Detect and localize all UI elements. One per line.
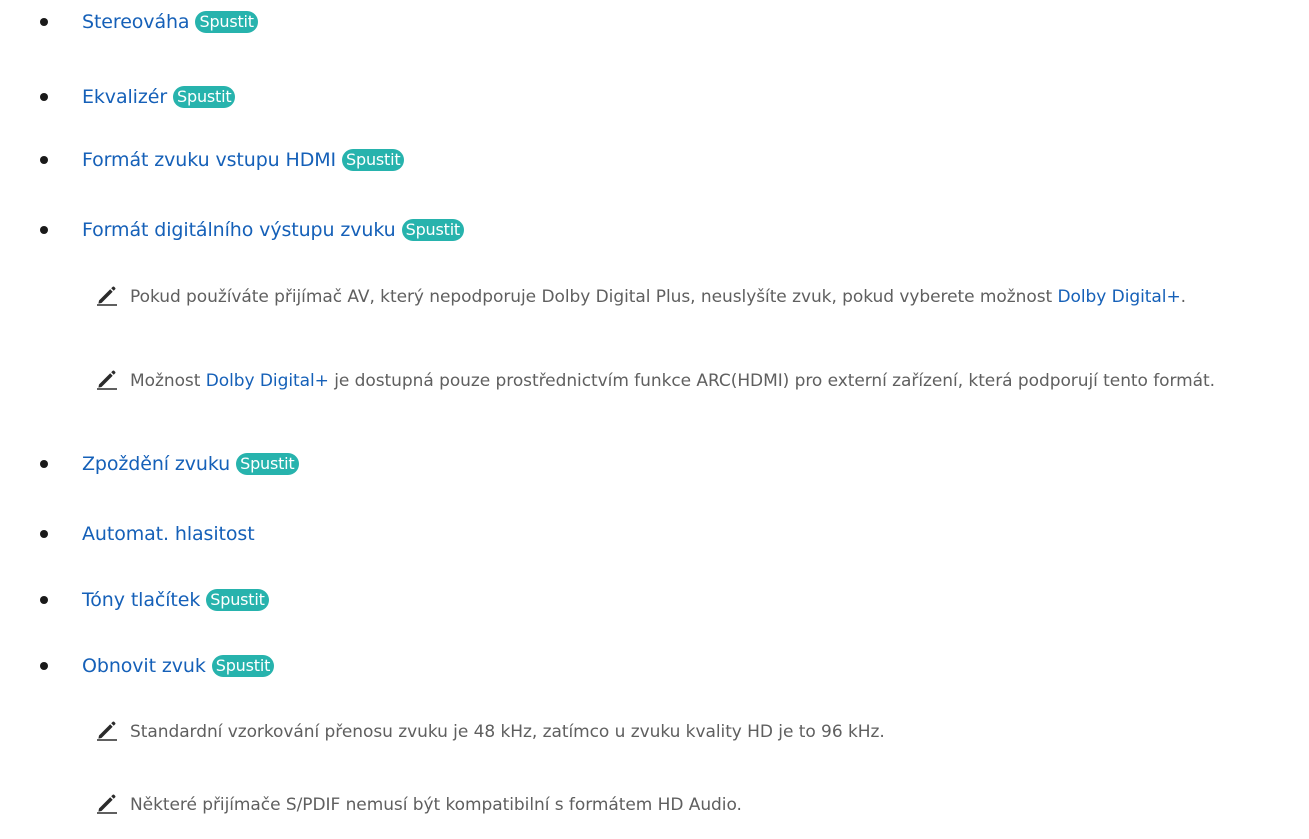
auto-volume-link[interactable]: Automat. hlasitost (82, 523, 255, 545)
button-tones-spustit-button[interactable]: Spustit (206, 589, 269, 611)
digital-output-format-link[interactable]: Formát digitálního výstupu zvuku (82, 219, 396, 241)
reset-sound-spustit-button[interactable]: Spustit (211, 655, 275, 677)
note-text: Některé přijímače S/PDIF nemusí být komp… (130, 795, 742, 815)
list-item-reset-sound: Obnovit zvuk Spustit (0, 646, 1309, 686)
pencil-icon (97, 794, 117, 814)
bullet-icon (40, 460, 48, 468)
ekvalizer-link[interactable]: Ekvalizér (82, 86, 167, 108)
note-text-end: je dostupná pouze prostřednictvím funkce… (328, 371, 1216, 391)
bullet-icon (40, 156, 48, 164)
stereovaha-link[interactable]: Stereováha (82, 11, 190, 33)
hdmi-audio-format-spustit-button[interactable]: Spustit (342, 149, 405, 171)
list-item-digital-output-format: Formát digitálního výstupu zvuku Spustit (0, 210, 1309, 250)
list-item-stereovaha: Stereováha Spustit (0, 2, 1309, 42)
list-item-hdmi-audio-format: Formát zvuku vstupu HDMI Spustit (0, 140, 1309, 180)
hdmi-audio-format-link[interactable]: Formát zvuku vstupu HDMI (82, 149, 336, 171)
digital-output-format-spustit-button[interactable]: Spustit (401, 219, 465, 241)
dolby-digital-plus-link[interactable]: Dolby Digital+ (1057, 287, 1180, 307)
note-dolby-arc: Možnost Dolby Digital+ je dostupná pouze… (0, 366, 1309, 430)
bullet-icon (40, 226, 48, 234)
ekvalizer-spustit-button[interactable]: Spustit (173, 86, 236, 108)
stereovaha-spustit-button[interactable]: Spustit (195, 11, 258, 33)
note-sampling-rate: Standardní vzorkování přenosu zvuku je 4… (0, 717, 1309, 749)
note-text-end: . (1180, 287, 1186, 307)
list-item-button-tones: Tóny tlačítek Spustit (0, 580, 1309, 620)
pencil-icon (97, 370, 117, 390)
bullet-icon (40, 93, 48, 101)
list-item-auto-volume: Automat. hlasitost (0, 514, 1309, 554)
bullet-icon (40, 530, 48, 538)
reset-sound-link[interactable]: Obnovit zvuk (82, 655, 206, 677)
button-tones-link[interactable]: Tóny tlačítek (82, 589, 200, 611)
bullet-icon (40, 662, 48, 670)
list-item-ekvalizer: Ekvalizér Spustit (0, 77, 1309, 117)
note-text: Možnost (130, 371, 206, 391)
pencil-icon (97, 286, 117, 306)
note-text: Pokud používáte přijímač AV, který nepod… (130, 287, 1058, 307)
pencil-icon (97, 721, 117, 741)
audio-delay-link[interactable]: Zpoždění zvuku (82, 453, 230, 475)
audio-delay-spustit-button[interactable]: Spustit (236, 453, 299, 475)
bullet-icon (40, 18, 48, 26)
list-item-audio-delay: Zpoždění zvuku Spustit (0, 444, 1309, 484)
bullet-icon (40, 596, 48, 604)
note-spdif-compatibility: Některé přijímače S/PDIF nemusí být komp… (0, 790, 1309, 822)
dolby-digital-plus-link[interactable]: Dolby Digital+ (206, 371, 329, 391)
note-text: Standardní vzorkování přenosu zvuku je 4… (130, 722, 885, 742)
note-dolby-receiver: Pokud používáte přijímač AV, který nepod… (0, 282, 1309, 346)
